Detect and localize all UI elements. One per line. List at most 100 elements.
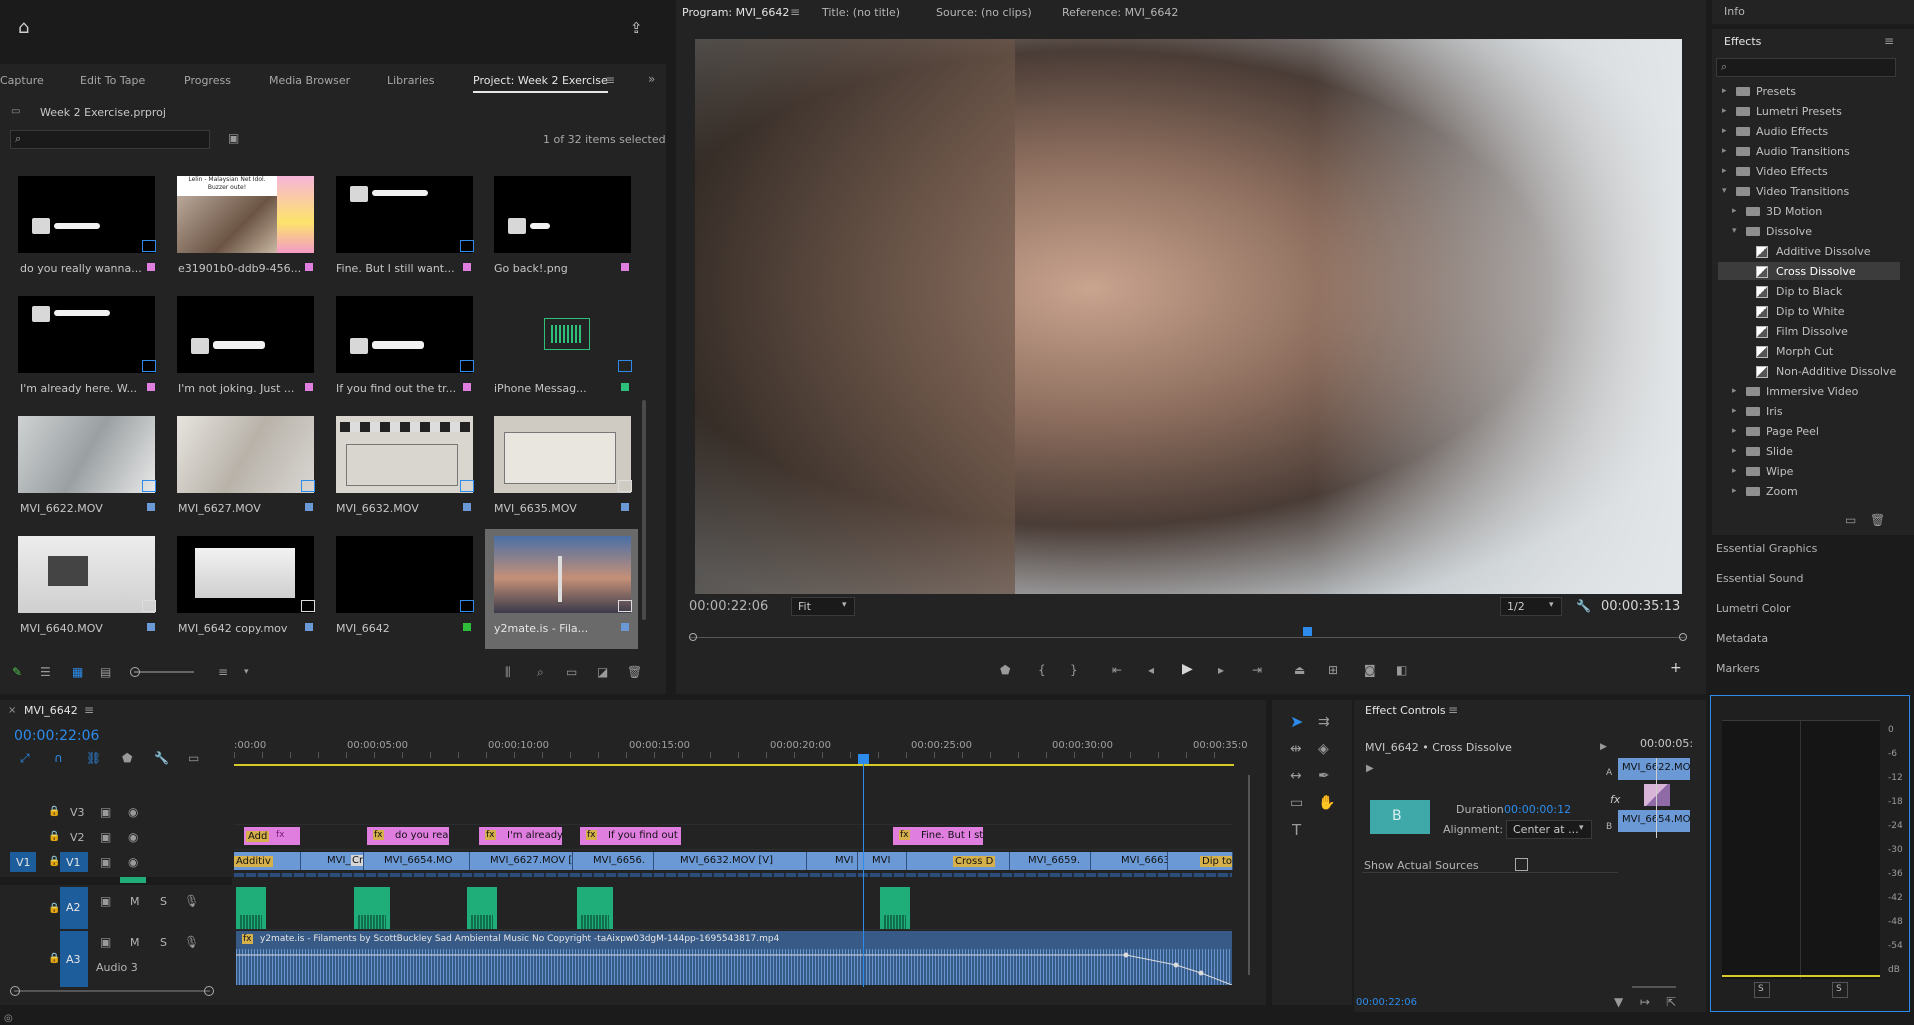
captions-icon[interactable]: ▭: [188, 752, 199, 764]
thumbnail[interactable]: [18, 176, 156, 253]
automate-to-sequence-icon[interactable]: ⫼: [505, 666, 511, 678]
track-target[interactable]: V1: [60, 852, 88, 872]
scroll-handle-right[interactable]: [204, 986, 214, 996]
effects-tree-item[interactable]: Zoom: [1766, 485, 1798, 498]
audio-clip[interactable]: [236, 887, 266, 929]
thumbnail[interactable]: [177, 416, 315, 493]
effects-tree-item[interactable]: 3D Motion: [1766, 205, 1822, 218]
audio-clip[interactable]: [354, 887, 390, 929]
solo-button[interactable]: S: [160, 895, 167, 908]
effects-search-input[interactable]: ⌕: [1716, 58, 1896, 77]
graphic-clip[interactable]: fx I'm already: [479, 827, 562, 845]
music-clip[interactable]: fx y2mate.is - Filaments by ScottBuckley…: [236, 931, 1232, 985]
slip-tool-icon[interactable]: ↔: [1290, 769, 1302, 783]
panel-menu-icon[interactable]: ≡: [790, 6, 800, 18]
tab-reference[interactable]: Reference: MVI_6642: [1062, 6, 1178, 19]
sync-lock-icon[interactable]: ▣: [100, 831, 111, 843]
label-color-swatch[interactable]: [621, 383, 629, 391]
show-actual-sources-checkbox[interactable]: [1515, 858, 1528, 871]
program-current-time[interactable]: 00:00:22:06: [689, 599, 768, 614]
go-to-out-icon[interactable]: ⇥: [1252, 664, 1262, 676]
microphone-icon[interactable]: 🎙: [184, 936, 199, 948]
source-patch[interactable]: V1: [10, 852, 36, 872]
thumbnail[interactable]: [336, 416, 474, 493]
zoom-slider-handle[interactable]: [130, 667, 140, 677]
effects-tree-item[interactable]: Film Dissolve: [1776, 325, 1848, 338]
panel-menu-icon[interactable]: ≡: [84, 704, 94, 716]
lock-icon[interactable]: 🔒: [48, 831, 60, 843]
timeline-playhead-handle[interactable]: [858, 754, 869, 764]
program-scrubber[interactable]: [689, 627, 1687, 645]
volume-keyframe-line[interactable]: [236, 931, 1232, 985]
scroll-handle-left[interactable]: [10, 986, 20, 996]
lock-icon[interactable]: 🔒: [48, 856, 60, 868]
tab-capture[interactable]: Capture: [0, 74, 44, 87]
tab-program[interactable]: Program: MVI_6642: [682, 6, 789, 19]
lock-icon[interactable]: 🔒: [48, 903, 60, 915]
graphic-clip[interactable]: fx If you find out th: [580, 827, 681, 845]
solo-right-button[interactable]: S: [1832, 982, 1848, 998]
clip-a-bar[interactable]: MVI_6622.MO: [1618, 758, 1691, 780]
video-clip[interactable]: Cross D: [907, 852, 1010, 870]
effects-tree-item[interactable]: Wipe: [1766, 465, 1793, 478]
thumbnail[interactable]: [18, 536, 156, 613]
chevron-right-icon[interactable]: ▸: [1722, 86, 1727, 96]
ec-zoom-scrollbar[interactable]: [1632, 986, 1676, 988]
label-color-swatch[interactable]: [463, 383, 471, 391]
chevron-right-icon[interactable]: ▸: [1722, 126, 1727, 136]
video-clip[interactable]: MVI_6632.MOV [V]: [654, 852, 807, 870]
new-item-icon[interactable]: ◪: [597, 666, 608, 678]
video-clip[interactable]: MVI_6654.MO: [364, 852, 470, 870]
mark-out-icon[interactable]: }: [1070, 664, 1078, 676]
label-color-swatch[interactable]: [621, 503, 629, 511]
timeline-h-scrollbar[interactable]: [14, 990, 210, 992]
go-to-in-icon[interactable]: ⇤: [1112, 664, 1122, 676]
camera-icon[interactable]: ◙: [1364, 664, 1376, 676]
tab-title[interactable]: Title: (no title): [822, 6, 900, 19]
trash-icon[interactable]: 🗑: [1870, 514, 1885, 526]
mute-button[interactable]: M: [130, 895, 140, 908]
video-clip[interactable]: Dip to B: [1168, 852, 1233, 870]
thumbnail[interactable]: [494, 176, 631, 253]
effects-tree-item[interactable]: Presets: [1756, 85, 1796, 98]
clip-b-bar[interactable]: MVI_6654.MO: [1618, 810, 1691, 832]
rectangle-tool-icon[interactable]: ▭: [1290, 796, 1303, 810]
audio-clip[interactable]: [577, 887, 613, 929]
thumbnail[interactable]: [18, 416, 156, 493]
video-clip[interactable]: MVI_6663.: [1091, 852, 1168, 870]
add-marker-icon[interactable]: ⬟: [1000, 664, 1010, 676]
metadata-tab[interactable]: Metadata: [1716, 632, 1768, 645]
chevron-right-icon[interactable]: ▸: [1732, 206, 1737, 216]
sequence-tab[interactable]: MVI_6642: [24, 704, 78, 717]
track-target[interactable]: A3: [60, 931, 88, 987]
tab-media-browser[interactable]: Media Browser: [269, 74, 350, 87]
thumbnail[interactable]: [336, 176, 474, 253]
panel-menu-icon[interactable]: ≡: [1448, 704, 1458, 716]
play-icon[interactable]: ▶: [1182, 662, 1193, 676]
list-view-icon[interactable]: ☰: [40, 666, 51, 678]
effects-tree-item[interactable]: Dip to White: [1776, 305, 1845, 318]
effects-tree-item[interactable]: Audio Effects: [1756, 125, 1828, 138]
chevron-right-icon[interactable]: ▸: [1722, 146, 1727, 156]
tab-source[interactable]: Source: (no clips): [936, 6, 1032, 19]
program-video-frame[interactable]: [695, 39, 1682, 594]
video-clip[interactable]: MVI: [858, 852, 907, 870]
effects-tree-item[interactable]: Additive Dissolve: [1776, 245, 1871, 258]
ripple-edit-tool-icon[interactable]: ⇹: [1290, 742, 1302, 756]
effects-tree-item[interactable]: Non-Additive Dissolve: [1776, 365, 1896, 378]
share-icon[interactable]: ⇪: [630, 21, 643, 36]
chevron-right-icon[interactable]: ▸: [1732, 466, 1737, 476]
extract-icon[interactable]: ⊞: [1328, 664, 1338, 676]
lumetri-color-tab[interactable]: Lumetri Color: [1716, 602, 1791, 615]
label-color-swatch[interactable]: [147, 263, 155, 271]
scrubber-end-handle[interactable]: [1679, 633, 1687, 641]
wrench-icon[interactable]: 🔧: [1576, 600, 1591, 612]
effects-tree-item[interactable]: Morph Cut: [1776, 345, 1833, 358]
essential-sound-tab[interactable]: Essential Sound: [1716, 572, 1803, 585]
label-color-swatch[interactable]: [463, 263, 471, 271]
mark-in-icon[interactable]: {: [1038, 664, 1046, 676]
icon-view-icon[interactable]: ▦: [72, 666, 83, 678]
sync-lock-icon[interactable]: ▣: [100, 806, 111, 818]
selection-tool-icon[interactable]: ➤: [1290, 714, 1303, 730]
video-clip[interactable]: MVI_6656.: [573, 852, 654, 870]
